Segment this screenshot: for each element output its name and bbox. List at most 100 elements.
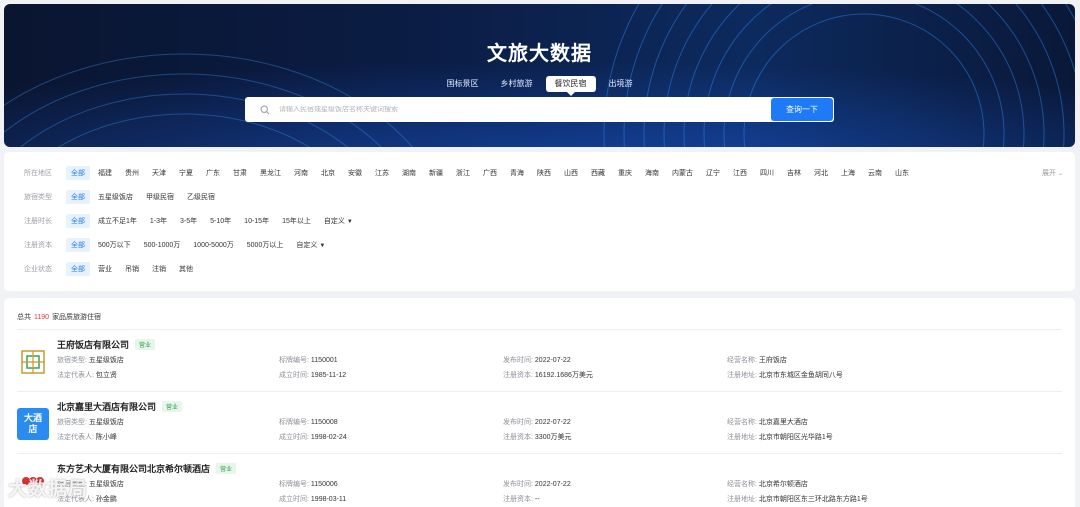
filter-row-status: 企业状态 全部 营业 吊销 注销 其他	[4, 262, 201, 276]
filter-option[interactable]: 湖南	[397, 166, 421, 180]
filter-option[interactable]: 山西	[559, 166, 583, 180]
filter-row-lodging-type: 旅宿类型 全部 五星级饭店 甲级民宿 乙级民宿	[4, 190, 223, 204]
filter-option[interactable]: 1-3年	[145, 214, 172, 228]
company-name[interactable]: 王府饭店有限公司 营业	[57, 338, 156, 351]
custom-dropdown[interactable]: 自定义 ▼	[291, 238, 330, 252]
field-label: 注册地址:	[727, 496, 757, 503]
filter-option[interactable]: 海南	[640, 166, 664, 180]
filter-option[interactable]: 成立不足1年	[93, 214, 142, 228]
filter-option[interactable]: 5-10年	[205, 214, 236, 228]
field-value: --	[534, 496, 540, 503]
filter-option[interactable]: 广东	[201, 166, 225, 180]
custom-label: 自定义	[296, 242, 318, 249]
status-badge: 营业	[135, 339, 156, 350]
field-type: 旅宿类型: 五星级饭店	[57, 355, 124, 365]
filter-option[interactable]: 新疆	[424, 166, 448, 180]
filter-option[interactable]: 15年以上	[277, 214, 316, 228]
filter-option[interactable]: 江西	[728, 166, 752, 180]
field-label: 旅宿类型:	[57, 357, 87, 364]
filter-option[interactable]: 全部	[66, 214, 90, 228]
filter-option[interactable]: 五星级饭店	[93, 190, 138, 204]
filter-option[interactable]: 全部	[66, 262, 90, 276]
filter-option[interactable]: 3-5年	[175, 214, 202, 228]
filter-row-registration-age: 注册时长 全部 成立不足1年 1-3年 3-5年 5-10年 10-15年 15…	[4, 214, 361, 228]
filter-option[interactable]: 吉林	[782, 166, 806, 180]
filter-option[interactable]: 甘肃	[228, 166, 252, 180]
filter-option[interactable]: 福建	[93, 166, 117, 180]
filter-option[interactable]: 全部	[66, 166, 90, 180]
filter-option[interactable]: 吊销	[120, 262, 144, 276]
filter-option[interactable]: 内蒙古	[667, 166, 698, 180]
expand-toggle[interactable]: 展开 ⌄	[1042, 168, 1063, 178]
field-value: 王府饭店	[758, 357, 787, 364]
field-value: 北京市朝阳区光华路1号	[758, 434, 833, 441]
filter-option[interactable]: 上海	[836, 166, 860, 180]
filter-option[interactable]: 5000万以上	[242, 238, 289, 252]
custom-dropdown[interactable]: 自定义 ▼	[319, 214, 358, 228]
filter-option[interactable]: 10-15年	[239, 214, 274, 228]
filter-option[interactable]: 河北	[809, 166, 833, 180]
field-address: 注册地址: 北京市东城区金鱼胡同八号	[727, 370, 843, 380]
filter-option[interactable]: 甲级民宿	[141, 190, 179, 204]
field-label: 标牌编号:	[279, 357, 309, 364]
filter-option[interactable]: 重庆	[613, 166, 637, 180]
filter-option[interactable]: 其他	[174, 262, 198, 276]
filter-option[interactable]: 天津	[147, 166, 171, 180]
field-value: 1150008	[310, 419, 338, 426]
filter-option[interactable]: 辽宁	[701, 166, 725, 180]
filter-option[interactable]: 注销	[147, 262, 171, 276]
filter-option[interactable]: 宁夏	[174, 166, 198, 180]
field-founded: 成立时间: 1998-03-11	[279, 494, 346, 504]
filter-panel: 所在地区 全部 福建 贵州 天津 宁夏 广东 甘肃 黑龙江 河南 北京 安徽 江…	[4, 152, 1075, 291]
filter-option[interactable]: 云南	[863, 166, 887, 180]
filter-option[interactable]: 河南	[289, 166, 313, 180]
field-capital: 注册资本: --	[503, 494, 540, 504]
tab-outbound[interactable]: 出境游	[600, 76, 642, 92]
field-value: 2022-07-22	[534, 357, 571, 364]
filter-option[interactable]: 贵州	[120, 166, 144, 180]
filter-option[interactable]: 青海	[505, 166, 529, 180]
filter-option[interactable]: 浙江	[451, 166, 475, 180]
filter-option[interactable]: 西藏	[586, 166, 610, 180]
field-value: 孙金鹏	[95, 496, 117, 503]
filter-option[interactable]: 全部	[66, 190, 90, 204]
field-label: 注册地址:	[727, 372, 757, 379]
filter-option[interactable]: 北京	[316, 166, 340, 180]
field-capital: 注册资本: 3300万美元	[503, 432, 571, 442]
field-label: 标牌编号:	[279, 419, 309, 426]
search-input[interactable]	[275, 106, 771, 113]
tab-dining-lodging[interactable]: 餐饮民宿	[545, 76, 596, 96]
filter-option[interactable]: 四川	[755, 166, 779, 180]
field-value: 2022-07-22	[534, 481, 571, 488]
list-item[interactable]: 王府饭店有限公司 营业 旅宿类型: 五星级饭店 法定代表人: 包立贤 标牌编号: …	[17, 338, 1062, 398]
company-name[interactable]: 北京嘉里大酒店有限公司 营业	[57, 400, 183, 413]
filter-option[interactable]: 乙级民宿	[182, 190, 220, 204]
filter-option[interactable]: 陕西	[532, 166, 556, 180]
field-value: 1150006	[310, 481, 338, 488]
field-label: 旅宿类型:	[57, 419, 87, 426]
filter-option[interactable]: 广西	[478, 166, 502, 180]
filter-option[interactable]: 500万以下	[93, 238, 136, 252]
list-item[interactable]: 大酒店 北京嘉里大酒店有限公司 营业 旅宿类型: 五星级饭店 法定代表人: 陈小峰…	[17, 400, 1062, 460]
field-label: 成立时间:	[279, 434, 309, 441]
filter-option[interactable]: 1000-5000万	[188, 238, 238, 252]
filter-option[interactable]: 全部	[66, 238, 90, 252]
filter-option[interactable]: 安徽	[343, 166, 367, 180]
tab-scenic[interactable]: 国标景区	[438, 76, 488, 92]
field-value: 16192.1686万美元	[534, 372, 593, 379]
tab-rural[interactable]: 乡村旅游	[492, 76, 542, 92]
status-badge: 营业	[162, 401, 183, 412]
list-item[interactable]: 东方艺术大厦有限公司北京希尔顿酒店 营业 旅宿类型: 五星级饭店 法定代表人: 孙…	[17, 462, 1062, 507]
filter-option[interactable]: 500-1000万	[139, 238, 186, 252]
search-button[interactable]: 查询一下	[771, 98, 833, 121]
filter-option[interactable]: 黑龙江	[255, 166, 286, 180]
filter-option[interactable]: 山东	[890, 166, 914, 180]
logo-text: 大酒店	[23, 413, 42, 434]
field-label: 法定代表人:	[57, 434, 94, 441]
filter-option[interactable]: 营业	[93, 262, 117, 276]
divider	[17, 391, 1062, 392]
filter-option[interactable]: 江苏	[370, 166, 394, 180]
results-panel: 总共 1190 家品质旅游住宿 王府饭店有限公司 营业 旅宿类型: 五星级饭店 法定代…	[4, 298, 1075, 507]
field-label: 注册资本:	[503, 434, 533, 441]
field-value: 五星级饭店	[88, 357, 124, 364]
